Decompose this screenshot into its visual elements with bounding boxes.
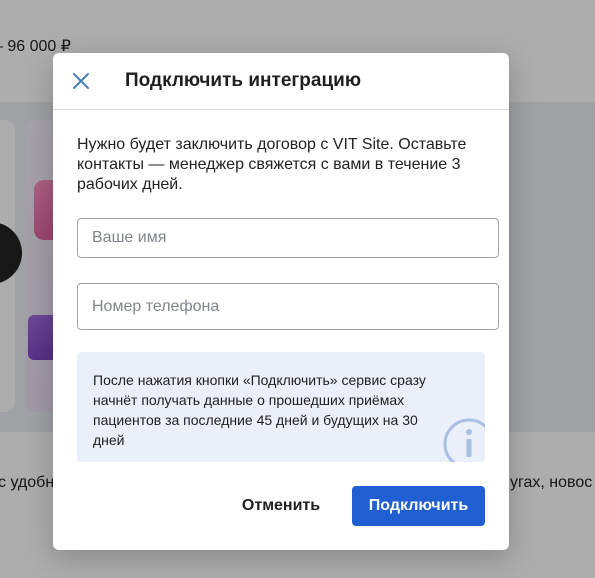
modal-description: Нужно будет заключить договор с VIT Site… xyxy=(77,136,467,193)
connect-button[interactable]: Подключить xyxy=(352,486,485,526)
cancel-button[interactable]: Отменить xyxy=(225,486,337,526)
modal-header: Подключить интеграцию xyxy=(53,53,509,110)
close-icon xyxy=(73,73,89,89)
close-button[interactable] xyxy=(69,69,93,93)
info-notice: После нажатия кнопки «Подключить» сервис… xyxy=(77,352,485,462)
modal-title: Подключить интеграцию xyxy=(125,70,362,91)
integration-modal: Подключить интеграцию Нужно будет заключ… xyxy=(53,53,509,550)
name-input[interactable] xyxy=(77,218,499,258)
phone-input[interactable] xyxy=(77,283,499,330)
info-notice-text: После нажатия кнопки «Подключить» сервис… xyxy=(93,372,426,448)
info-icon xyxy=(443,418,485,462)
